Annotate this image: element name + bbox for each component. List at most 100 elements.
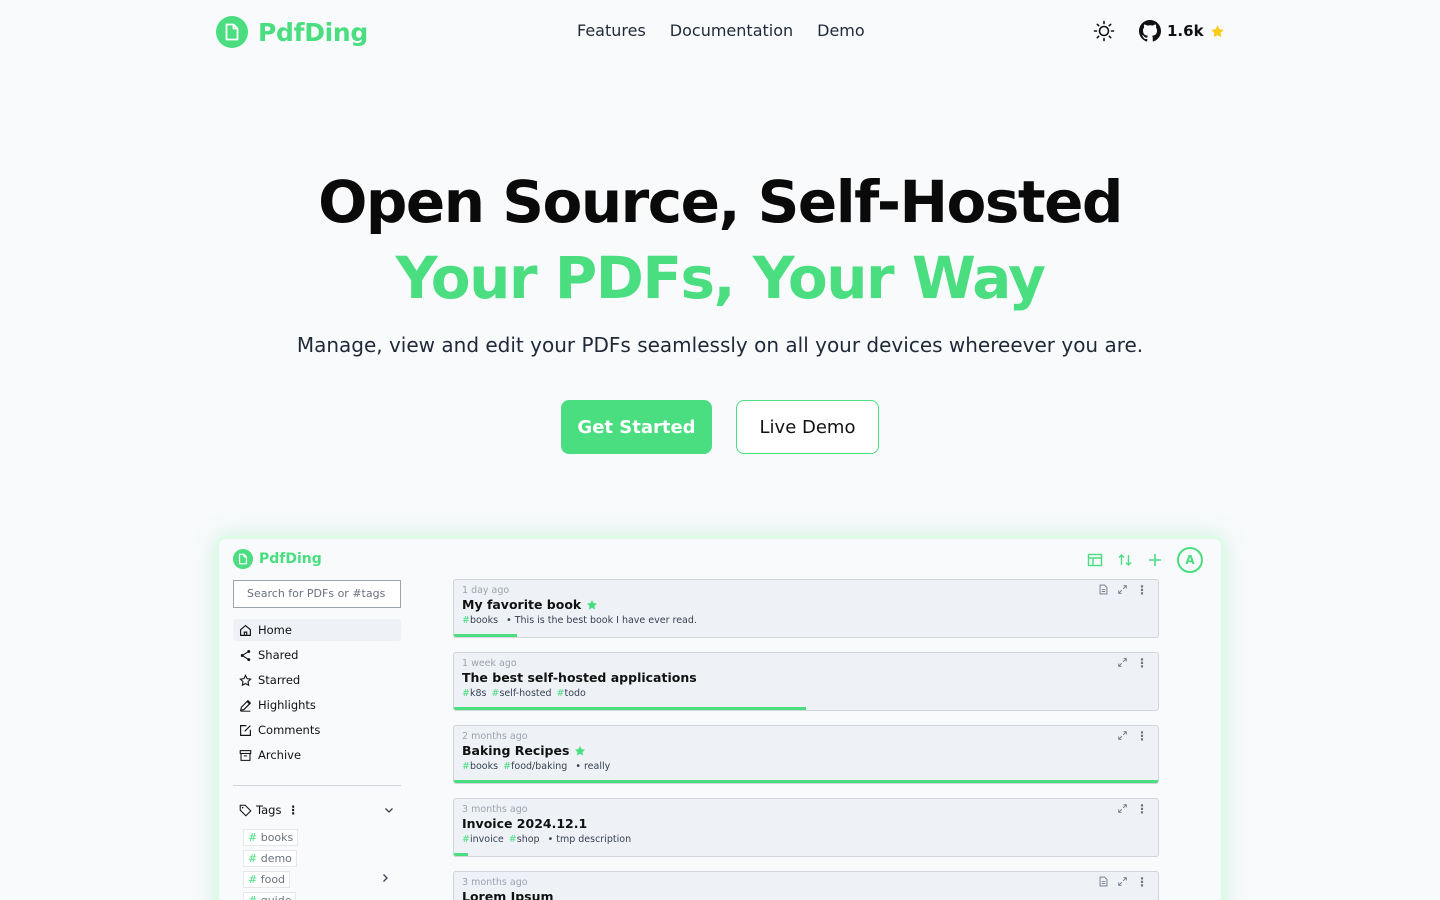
live-demo-button[interactable]: Live Demo — [736, 400, 879, 454]
brand-logo[interactable]: PdfDing — [216, 16, 368, 48]
more-vertical-icon[interactable]: ⋮ — [1136, 730, 1148, 742]
nav-link-demo[interactable]: Demo — [817, 21, 865, 40]
hero-title-accent: Your PDFs, Your Way — [395, 244, 1046, 312]
pdf-time: 2 months ago — [462, 731, 528, 742]
get-started-button[interactable]: Get Started — [561, 400, 712, 454]
pdf-time: 1 week ago — [462, 658, 517, 669]
tags-header[interactable]: Tags ⋮ — [239, 803, 395, 817]
nav-link-documentation[interactable]: Documentation — [670, 21, 793, 40]
github-link[interactable]: 1.6k — [1139, 20, 1225, 42]
tag-icon — [239, 804, 252, 817]
file-icon[interactable] — [1098, 584, 1109, 595]
pdf-title[interactable]: The best self-hosted applications — [462, 670, 1150, 685]
chevron-right-icon[interactable] — [379, 872, 391, 884]
sort-icon[interactable] — [1117, 552, 1133, 568]
github-icon — [1139, 20, 1161, 42]
pdf-progress-bar — [454, 853, 469, 856]
more-vertical-icon[interactable]: ⋮ — [287, 803, 299, 817]
expand-icon[interactable] — [1117, 730, 1128, 741]
app-brand: PdfDing — [233, 549, 322, 569]
expand-icon[interactable] — [1117, 876, 1128, 887]
pdf-time: 3 months ago — [462, 804, 528, 815]
pdf-tag[interactable]: #k8s — [462, 688, 486, 699]
sidebar-menu: Home Shared Starred Highlights Comments … — [233, 619, 401, 769]
share-icon — [240, 649, 251, 661]
pdf-tag[interactable]: #self-hosted — [491, 688, 551, 699]
tag-chip[interactable]: # guide — [243, 892, 297, 900]
card-actions: ⋮ — [1117, 657, 1148, 669]
pdf-meta: #k8s #self-hosted #todo — [462, 688, 1150, 699]
expand-icon[interactable] — [1117, 584, 1128, 595]
pdf-description: • This is the best book I have ever read… — [503, 615, 697, 626]
pdf-title[interactable]: Lorem Ipsum — [462, 889, 1150, 900]
pdf-card[interactable]: ⋮ 3 months ago Lorem Ipsum — [453, 871, 1159, 900]
sidebar-item-home[interactable]: Home — [233, 619, 401, 641]
avatar[interactable]: A — [1177, 547, 1203, 573]
nav-link-features[interactable]: Features — [577, 21, 646, 40]
more-vertical-icon[interactable]: ⋮ — [1136, 876, 1148, 888]
chevron-down-icon[interactable] — [383, 804, 395, 816]
tag-row: # demo — [243, 847, 395, 868]
expand-icon[interactable] — [1117, 803, 1128, 814]
pdf-logo-icon — [233, 549, 253, 569]
pdf-meta: #books #food/baking • really — [462, 761, 1150, 772]
pdf-meta: #books • This is the best book I have ev… — [462, 615, 1150, 626]
tag-row: # books — [243, 826, 395, 847]
pdf-card[interactable]: ⋮ 2 months ago Baking Recipes #books #food/b… — [453, 725, 1159, 784]
pdf-card[interactable]: ⋮ 1 day ago My favorite book #books • This … — [453, 579, 1159, 638]
more-vertical-icon[interactable]: ⋮ — [1136, 657, 1148, 669]
sidebar-item-shared[interactable]: Shared — [233, 644, 401, 666]
tags-list: # books # demo # food # guide — [243, 826, 395, 900]
tag-row: # guide — [243, 889, 395, 900]
pdf-tag[interactable]: #invoice — [462, 834, 504, 845]
pdf-tag[interactable]: #books — [462, 761, 498, 772]
pdf-tag[interactable]: #todo — [557, 688, 586, 699]
star-outline-icon — [239, 673, 252, 686]
app-preview: PdfDing A Search for PDFs or #tags Home … — [216, 536, 1224, 900]
pdf-title[interactable]: My favorite book — [462, 597, 1150, 612]
pdf-description: • tmp description — [544, 834, 632, 845]
pdf-time: 1 day ago — [462, 585, 510, 596]
pdf-meta: #invoice #shop • tmp description — [462, 834, 1150, 845]
sidebar-item-starred[interactable]: Starred — [233, 669, 401, 691]
pdf-time: 3 months ago — [462, 877, 528, 888]
nav-actions: 1.6k — [1093, 20, 1225, 42]
tag-chip[interactable]: # food — [243, 871, 291, 888]
sidebar-item-label: Shared — [258, 648, 299, 662]
pdf-tag[interactable]: #shop — [509, 834, 540, 845]
more-vertical-icon[interactable]: ⋮ — [1136, 584, 1148, 596]
pdf-card[interactable]: ⋮ 1 week ago The best self-hosted applicat… — [453, 652, 1159, 711]
brand-name: PdfDing — [258, 17, 369, 47]
card-actions: ⋮ — [1098, 876, 1148, 888]
add-icon[interactable] — [1147, 552, 1163, 568]
star-icon — [587, 599, 598, 609]
sidebar-item-archive[interactable]: Archive — [233, 744, 401, 766]
pdf-title[interactable]: Invoice 2024.12.1 — [462, 816, 1150, 831]
file-icon[interactable] — [1098, 876, 1109, 887]
star-icon — [575, 745, 586, 755]
pdf-tag[interactable]: #food/baking — [503, 761, 567, 772]
app-toolbar: A — [1087, 547, 1203, 573]
expand-icon[interactable] — [1117, 657, 1128, 668]
layout-icon[interactable] — [1087, 552, 1103, 568]
search-input[interactable]: Search for PDFs or #tags — [233, 580, 401, 608]
pdf-tag[interactable]: #books — [462, 615, 498, 626]
pdf-card[interactable]: ⋮ 3 months ago Invoice 2024.12.1 #invoice #s… — [453, 798, 1159, 857]
top-nav: PdfDing Features Documentation Demo 1.6k — [0, 0, 1440, 64]
pdf-title[interactable]: Baking Recipes — [462, 743, 1150, 758]
archive-icon — [239, 749, 252, 761]
pdf-logo-icon — [216, 16, 248, 48]
card-actions: ⋮ — [1117, 803, 1148, 815]
card-actions: ⋮ — [1098, 584, 1148, 596]
tag-chip[interactable]: # books — [243, 829, 299, 846]
tag-chip[interactable]: # demo — [243, 850, 297, 867]
sidebar-item-label: Home — [258, 623, 292, 637]
sun-icon[interactable] — [1093, 20, 1115, 42]
pdf-list: ⋮ 1 day ago My favorite book #books • This … — [453, 579, 1159, 900]
sidebar-item-label: Starred — [258, 673, 301, 687]
sidebar-item-highlights[interactable]: Highlights — [233, 694, 401, 716]
more-vertical-icon[interactable]: ⋮ — [1136, 803, 1148, 815]
sidebar-divider — [233, 785, 401, 786]
sidebar-item-comments[interactable]: Comments — [233, 719, 401, 741]
sidebar-item-label: Highlights — [258, 698, 316, 712]
